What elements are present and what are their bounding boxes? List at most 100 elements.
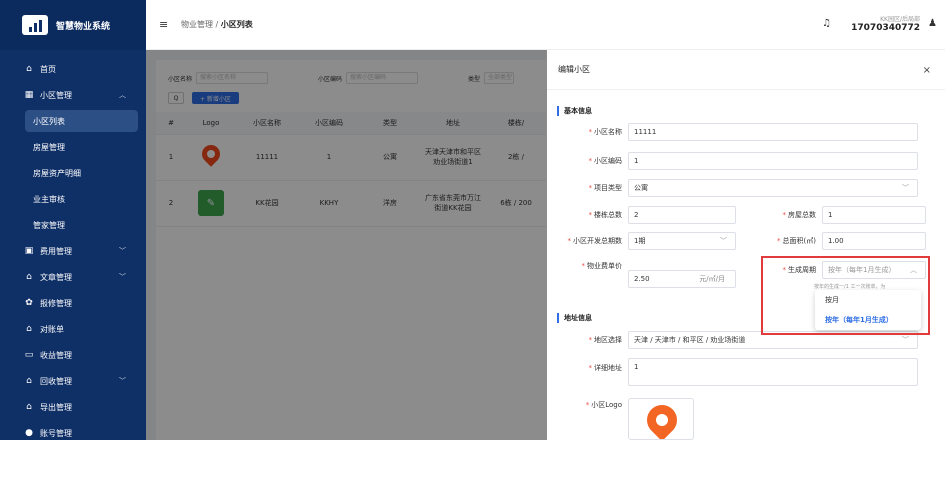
sidebar-item-house[interactable]: 房屋管理: [0, 134, 146, 160]
building-input[interactable]: 2: [628, 206, 736, 224]
sidebar-item-label: 小区管理: [40, 90, 72, 100]
sidebar-item-statement[interactable]: ⌂ 对账单: [0, 316, 146, 342]
name-input[interactable]: 11111: [628, 123, 918, 141]
chevron-up-icon: ︿: [119, 91, 126, 99]
home-icon: ⌂: [26, 63, 32, 74]
sidebar-item-community-list[interactable]: 小区列表: [25, 110, 138, 132]
bill-icon: ⌂: [26, 323, 32, 334]
fee-unit: 元/㎡/月: [699, 275, 725, 283]
chevron-down-icon: ﹀: [902, 336, 909, 344]
user-phone: 17070340772: [851, 23, 921, 33]
folder-icon: ▭: [24, 349, 34, 360]
area-label: * 总面积(㎡): [777, 237, 816, 245]
sidebar-item-house-assets[interactable]: 房屋资产明细: [0, 160, 146, 186]
sidebar-item-owner-review[interactable]: 业主审核: [0, 186, 146, 212]
row-code: * 小区编码 1: [547, 152, 918, 170]
detail-textarea[interactable]: 1: [628, 358, 918, 386]
detail-label: * 详细地址: [588, 364, 623, 372]
chevron-down-icon: ﹀: [119, 247, 126, 255]
house-input[interactable]: 1: [822, 206, 926, 224]
chevron-down-icon: ﹀: [902, 184, 909, 192]
chevron-up-icon: ︿: [910, 266, 917, 274]
row-building: * 楼栋总数 2 * 房屋总数 1: [547, 206, 926, 224]
fee-input[interactable]: 2.50 元/㎡/月: [628, 270, 736, 288]
sidebar-item-fee[interactable]: ▣ 费用管理 ﹀: [0, 238, 146, 264]
row-fee: * 物业费单价: [547, 261, 623, 271]
row-phase: * 小区开发总期数 1期 ﹀ * 总面积(㎡) 1.00: [547, 232, 926, 250]
chevron-down-icon: ﹀: [119, 377, 126, 385]
sidebar-menu: ⌂ 首页 ▦ 小区管理 ︿ 小区列表 房屋管理 房屋资产明细 业主审核 管家管理 ▣ 费…: [0, 50, 146, 440]
drawer-header: 编辑小区: [547, 50, 945, 90]
sidebar-item-label: 小区列表: [33, 116, 65, 126]
logo-upload[interactable]: [628, 398, 694, 440]
user-area: ♫ KK园区/后局部 17070340772 ♟: [822, 14, 937, 33]
brand: 智慧物业系统: [0, 0, 146, 50]
edit-drawer: 编辑小区 × 基本信息 * 小区名称 11111 * 小区编码 1 * 项目类型 公寓…: [547, 50, 945, 440]
article-icon: ⌂: [26, 271, 32, 282]
avatar-icon[interactable]: ♟: [928, 18, 937, 29]
fee-label: * 物业费单价: [581, 262, 623, 270]
sidebar-item-article[interactable]: ⌂ 文章管理 ﹀: [0, 264, 146, 290]
bell-icon[interactable]: ♫: [822, 18, 831, 29]
row-name: * 小区名称 11111: [547, 123, 918, 141]
location-pin-icon: [640, 399, 684, 439]
sidebar-item-export[interactable]: ⌂ 导出管理: [0, 394, 146, 420]
sidebar-item-account[interactable]: ● 账号管理: [0, 420, 146, 440]
sidebar-item-label: 导出管理: [40, 402, 72, 412]
chevron-down-icon: ﹀: [119, 273, 126, 281]
code-input[interactable]: 1: [628, 152, 918, 170]
row-type: * 项目类型 公寓 ﹀: [547, 179, 918, 197]
sidebar-item-label: 管家管理: [33, 220, 65, 230]
user-icon: ●: [25, 427, 33, 438]
sidebar-item-repair[interactable]: ✿ 报修管理: [0, 290, 146, 316]
section-address-info: 地址信息: [547, 313, 592, 323]
area-input[interactable]: 1.00: [822, 232, 926, 250]
name-label: * 小区名称: [588, 128, 623, 136]
sidebar-item-label: 业主审核: [33, 194, 65, 204]
building-icon: ▦: [24, 89, 34, 100]
menu-toggle-icon[interactable]: ≡: [159, 18, 173, 31]
region-label: * 地区选择: [588, 336, 623, 344]
export-icon: ⌂: [26, 401, 32, 412]
drawer-title: 编辑小区: [558, 65, 590, 74]
close-icon[interactable]: ×: [923, 65, 931, 76]
cycle-option-yearly[interactable]: 按年（每年1月生成）: [815, 310, 921, 330]
brand-logo-icon: [22, 15, 48, 35]
phase-select[interactable]: 1期 ﹀: [628, 232, 736, 250]
sidebar-item-label: 报修管理: [40, 298, 72, 308]
sidebar-item-revenue[interactable]: ▭ 收益管理: [0, 342, 146, 368]
recycle-icon: ⌂: [26, 375, 32, 386]
type-select[interactable]: 公寓 ﹀: [628, 179, 918, 197]
sidebar: 智慧物业系统 ⌂ 首页 ▦ 小区管理 ︿ 小区列表 房屋管理 房屋资产明细 业主审核 …: [0, 0, 146, 440]
sidebar-item-recycle[interactable]: ⌂ 回收管理 ﹀: [0, 368, 146, 394]
sidebar-item-label: 回收管理: [40, 376, 72, 386]
sidebar-item-label: 房屋资产明细: [33, 168, 81, 178]
cycle-option-monthly[interactable]: 按月: [815, 290, 921, 310]
row-logo: * 小区Logo: [547, 400, 622, 410]
sidebar-item-label: 账号管理: [40, 428, 72, 438]
cycle-select[interactable]: 按年（每年1月生成） ︿: [822, 261, 926, 279]
code-label: * 小区编码: [588, 157, 623, 165]
sidebar-item-steward[interactable]: 管家管理: [0, 212, 146, 238]
sidebar-item-home[interactable]: ⌂ 首页: [0, 56, 146, 82]
cycle-hint: 按年的生成一/1 工一次账单，为: [814, 284, 886, 290]
user-info[interactable]: KK园区/后局部 17070340772: [851, 14, 920, 33]
chevron-down-icon: ﹀: [720, 237, 727, 245]
sidebar-item-label: 费用管理: [40, 246, 72, 256]
region-cascader[interactable]: 天津 / 天津市 / 和平区 / 劝业场街道 ﹀: [628, 331, 918, 349]
sidebar-item-label: 收益管理: [40, 350, 72, 360]
sidebar-item-community[interactable]: ▦ 小区管理 ︿: [0, 82, 146, 108]
section-basic-info: 基本信息: [547, 106, 592, 116]
building-label: * 楼栋总数: [588, 211, 623, 219]
house-label: * 房屋总数: [782, 211, 817, 219]
user-org: KK园区/后局部: [880, 16, 921, 23]
fee-icon: ▣: [24, 245, 34, 256]
cycle-label: * 生成周期: [782, 266, 817, 274]
row-detail: * 详细地址 1: [547, 358, 918, 386]
breadcrumb-parent[interactable]: 物业管理: [181, 20, 213, 29]
type-label: * 项目类型: [588, 184, 623, 192]
breadcrumb-current: 小区列表: [220, 20, 253, 29]
brand-title: 智慧物业系统: [56, 21, 111, 32]
sidebar-item-label: 文章管理: [40, 272, 72, 282]
breadcrumb-separator: /: [215, 20, 219, 29]
